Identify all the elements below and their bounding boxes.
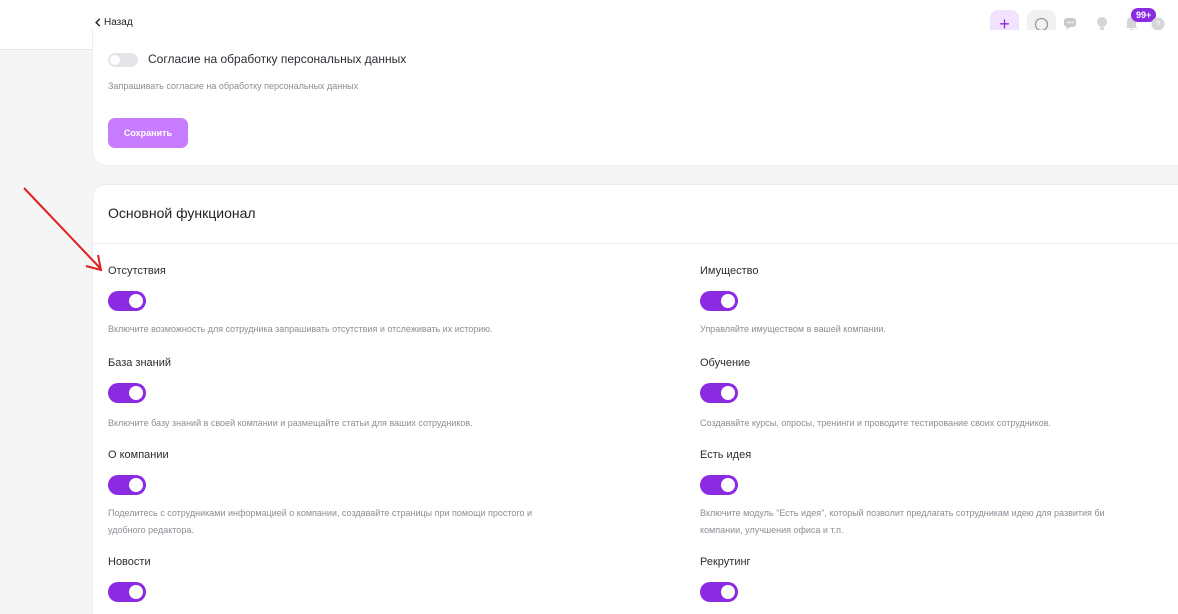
- back-link[interactable]: Назад: [94, 17, 133, 28]
- feature-title-knowledge-base: База знаний: [108, 357, 172, 369]
- feature-title-absences: Отсутствия: [108, 265, 166, 277]
- feature-desc-knowledge-base: Включите базу знаний в своей компании и …: [108, 418, 473, 428]
- feature-desc-learning: Создавайте курсы, опросы, тренинги и про…: [700, 418, 1052, 428]
- annotation-arrow: [23, 187, 103, 272]
- consent-toggle[interactable]: [108, 53, 138, 67]
- feature-desc-absences: Включите возможность для сотрудника запр…: [108, 324, 493, 334]
- divider: [93, 243, 1178, 244]
- toggle-learning[interactable]: [700, 383, 738, 403]
- consent-card: Согласие на обработку персональных данны…: [92, 30, 1178, 166]
- chat-icon: [1064, 18, 1076, 30]
- back-label: Назад: [104, 17, 133, 28]
- main-features-card: Основной функционал Отсутствия Включите …: [92, 184, 1178, 614]
- save-button[interactable]: Сохранить: [108, 118, 188, 148]
- feature-title-have-idea: Есть идея: [700, 449, 752, 461]
- consent-label: Согласие на обработку персональных данны…: [148, 52, 407, 66]
- feature-desc-about-company-line1: Поделитесь с сотрудниками информацией о …: [108, 508, 533, 518]
- svg-text:?: ?: [1156, 20, 1161, 29]
- feature-title-about-company: О компании: [108, 449, 169, 461]
- feature-title-recruiting: Рекрутинг: [700, 556, 751, 568]
- toggle-absences[interactable]: [108, 291, 146, 311]
- chevron-left-icon: [95, 18, 101, 27]
- feature-title-learning: Обучение: [700, 357, 751, 369]
- help-icon: ?: [1151, 17, 1165, 31]
- toggle-about-company[interactable]: [108, 475, 146, 495]
- toggle-property[interactable]: [700, 291, 738, 311]
- toggle-have-idea[interactable]: [700, 475, 738, 495]
- feature-title-property: Имущество: [700, 265, 759, 277]
- consent-description: Запрашивать согласие на обработку персон…: [108, 81, 359, 91]
- toggle-recruiting[interactable]: [700, 582, 738, 602]
- feature-desc-about-company-line2: удобного редактора.: [108, 525, 194, 535]
- toggle-knowledge-base[interactable]: [108, 383, 146, 403]
- feature-desc-have-idea-line2: компании, улучшения офиса и т.п.: [700, 525, 844, 535]
- section-title: Основной функционал: [108, 205, 256, 221]
- feature-desc-property: Управляйте имуществом в вашей компании.: [700, 324, 886, 334]
- feature-desc-have-idea-line1: Включите модуль "Есть идея", который поз…: [700, 508, 1105, 518]
- feature-title-news: Новости: [108, 556, 151, 568]
- toggle-news[interactable]: [108, 582, 146, 602]
